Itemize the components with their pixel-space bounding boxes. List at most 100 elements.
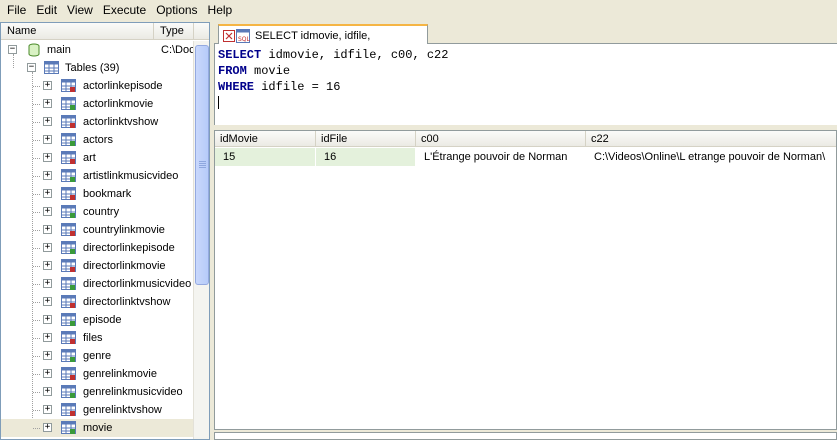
menu-edit[interactable]: Edit bbox=[31, 1, 62, 19]
tree-column-name[interactable]: Name bbox=[1, 23, 154, 40]
query-tab[interactable]: SQL SELECT idmovie, idfile, bbox=[218, 24, 428, 45]
column-header-idmovie[interactable]: idMovie bbox=[215, 131, 316, 147]
table-icon bbox=[61, 151, 76, 164]
tree-item-label: genrelinktvshow bbox=[83, 404, 162, 416]
expand-icon[interactable]: + bbox=[43, 333, 52, 342]
expand-icon[interactable]: + bbox=[43, 423, 52, 432]
query-tab-strip: SQL SELECT idmovie, idfile, bbox=[214, 22, 837, 45]
tree-root-type: C:\Doc bbox=[161, 44, 193, 56]
tree-item-label: artistlinkmusicvideo bbox=[83, 170, 179, 182]
tree-item-directorlinkmovie[interactable]: + directorlinkmovie bbox=[1, 257, 193, 275]
code-line-2: FROM movie bbox=[218, 63, 834, 79]
tree-scrollbar[interactable] bbox=[193, 41, 209, 439]
menu-bar: File Edit View Execute Options Help bbox=[0, 0, 837, 20]
table-icon bbox=[61, 115, 76, 128]
tree-item-files[interactable]: + files bbox=[1, 329, 193, 347]
menu-help[interactable]: Help bbox=[203, 1, 238, 19]
tree-item-country[interactable]: + country bbox=[1, 203, 193, 221]
tree-item-genrelinkmovie[interactable]: + genrelinkmovie bbox=[1, 365, 193, 383]
tree-tables-label: Tables (39) bbox=[65, 62, 120, 74]
tree-header: Name Type bbox=[1, 23, 209, 40]
menu-options[interactable]: Options bbox=[151, 1, 202, 19]
expand-icon[interactable]: + bbox=[43, 171, 52, 180]
expand-icon[interactable]: + bbox=[43, 369, 52, 378]
tree-item-label: directorlinktvshow bbox=[83, 296, 171, 308]
expand-icon[interactable]: + bbox=[43, 135, 52, 144]
table-icon bbox=[61, 313, 76, 326]
expand-icon[interactable]: + bbox=[43, 243, 52, 252]
table-row[interactable]: 15 16 L'Étrange pouvoir de Norman C:\Vid… bbox=[215, 148, 836, 166]
column-header-c00[interactable]: c00 bbox=[416, 131, 586, 147]
table-icon bbox=[61, 79, 76, 92]
sql-editor[interactable]: SELECT idmovie, idfile, c00, c22 FROM mo… bbox=[214, 44, 837, 125]
expand-icon[interactable]: + bbox=[43, 153, 52, 162]
schema-tree: − main C:\Doc − Tables (39) + actorlinkep… bbox=[1, 41, 193, 439]
table-icon bbox=[61, 97, 76, 110]
tree-item-movie[interactable]: + movie bbox=[1, 419, 193, 437]
expand-icon[interactable]: + bbox=[43, 297, 52, 306]
cell-idfile[interactable]: 16 bbox=[316, 148, 416, 166]
code-line-4 bbox=[218, 95, 834, 111]
column-header-c22[interactable]: c22 bbox=[586, 131, 836, 147]
sql-text: idfile = 16 bbox=[254, 80, 341, 94]
tree-item-label: directorlinkmovie bbox=[83, 260, 166, 272]
expand-icon[interactable]: + bbox=[43, 189, 52, 198]
schema-tree-pane: Name Type − main C:\Doc − Tables (39) + … bbox=[0, 22, 210, 440]
results-grid: idMovie idFile c00 c22 15 16 L'Étrange p… bbox=[214, 130, 837, 430]
text-caret bbox=[218, 96, 219, 110]
expand-icon[interactable]: + bbox=[43, 117, 52, 126]
tree-item-countrylinkmovie[interactable]: + countrylinkmovie bbox=[1, 221, 193, 239]
tree-item-label: episode bbox=[83, 314, 122, 326]
expand-icon[interactable]: + bbox=[43, 99, 52, 108]
cell-c00[interactable]: L'Étrange pouvoir de Norman bbox=[416, 148, 586, 166]
sql-text: idmovie, idfile, c00, c22 bbox=[261, 48, 449, 62]
expand-icon[interactable]: + bbox=[43, 225, 52, 234]
tree-row-tables[interactable]: − Tables (39) bbox=[1, 59, 193, 77]
collapse-icon[interactable]: − bbox=[27, 63, 36, 72]
tree-item-actorlinkmovie[interactable]: + actorlinkmovie bbox=[1, 95, 193, 113]
cell-idmovie[interactable]: 15 bbox=[215, 148, 316, 166]
tree-row-root[interactable]: − main C:\Doc bbox=[1, 41, 193, 59]
tree-item-label: actorlinkmovie bbox=[83, 98, 154, 110]
expand-icon[interactable]: + bbox=[43, 405, 52, 414]
table-icon bbox=[61, 421, 76, 434]
expand-icon[interactable]: + bbox=[43, 279, 52, 288]
collapse-icon[interactable]: − bbox=[8, 45, 17, 54]
cell-c22[interactable]: C:\Videos\Online\L etrange pouvoir de No… bbox=[586, 148, 836, 166]
tree-item-label: genrelinkmusicvideo bbox=[83, 386, 183, 398]
expand-icon[interactable]: + bbox=[43, 261, 52, 270]
tree-item-label: bookmark bbox=[83, 188, 132, 200]
tree-scroll-thumb[interactable] bbox=[195, 45, 209, 285]
tree-item-bookmark[interactable]: + bookmark bbox=[1, 185, 193, 203]
tree-item-actorlinkepisode[interactable]: + actorlinkepisode bbox=[1, 77, 193, 95]
sql-keyword: FROM bbox=[218, 64, 247, 78]
tree-item-artistlinkmusicvideo[interactable]: + artistlinkmusicvideo bbox=[1, 167, 193, 185]
tree-item-directorlinktvshow[interactable]: + directorlinktvshow bbox=[1, 293, 193, 311]
expand-icon[interactable]: + bbox=[43, 315, 52, 324]
tree-item-actorlinktvshow[interactable]: + actorlinktvshow bbox=[1, 113, 193, 131]
tree-item-label: actors bbox=[83, 134, 113, 146]
database-icon bbox=[28, 43, 40, 57]
tree-column-type[interactable]: Type bbox=[154, 23, 194, 40]
query-tab-label: SELECT idmovie, idfile, bbox=[255, 29, 371, 42]
tree-item-directorlinkmusicvideo[interactable]: + directorlinkmusicvideo bbox=[1, 275, 193, 293]
expand-icon[interactable]: + bbox=[43, 81, 52, 90]
tree-item-directorlinkepisode[interactable]: + directorlinkepisode bbox=[1, 239, 193, 257]
tree-item-label: actorlinkepisode bbox=[83, 80, 163, 92]
tree-item-genre[interactable]: + genre bbox=[1, 347, 193, 365]
tree-item-label: directorlinkepisode bbox=[83, 242, 175, 254]
expand-icon[interactable]: + bbox=[43, 207, 52, 216]
expand-icon[interactable]: + bbox=[43, 351, 52, 360]
tree-item-genrelinkmusicvideo[interactable]: + genrelinkmusicvideo bbox=[1, 383, 193, 401]
menu-view[interactable]: View bbox=[62, 1, 98, 19]
tree-item-label: directorlinkmusicvideo bbox=[83, 278, 192, 290]
expand-icon[interactable]: + bbox=[43, 387, 52, 396]
tree-item-episode[interactable]: + episode bbox=[1, 311, 193, 329]
tree-item-actors[interactable]: + actors bbox=[1, 131, 193, 149]
menu-execute[interactable]: Execute bbox=[98, 1, 151, 19]
tree-item-genrelinktvshow[interactable]: + genrelinktvshow bbox=[1, 401, 193, 419]
tree-item-art[interactable]: + art bbox=[1, 149, 193, 167]
table-icon bbox=[61, 133, 76, 146]
column-header-idfile[interactable]: idFile bbox=[316, 131, 416, 147]
menu-file[interactable]: File bbox=[2, 1, 31, 19]
